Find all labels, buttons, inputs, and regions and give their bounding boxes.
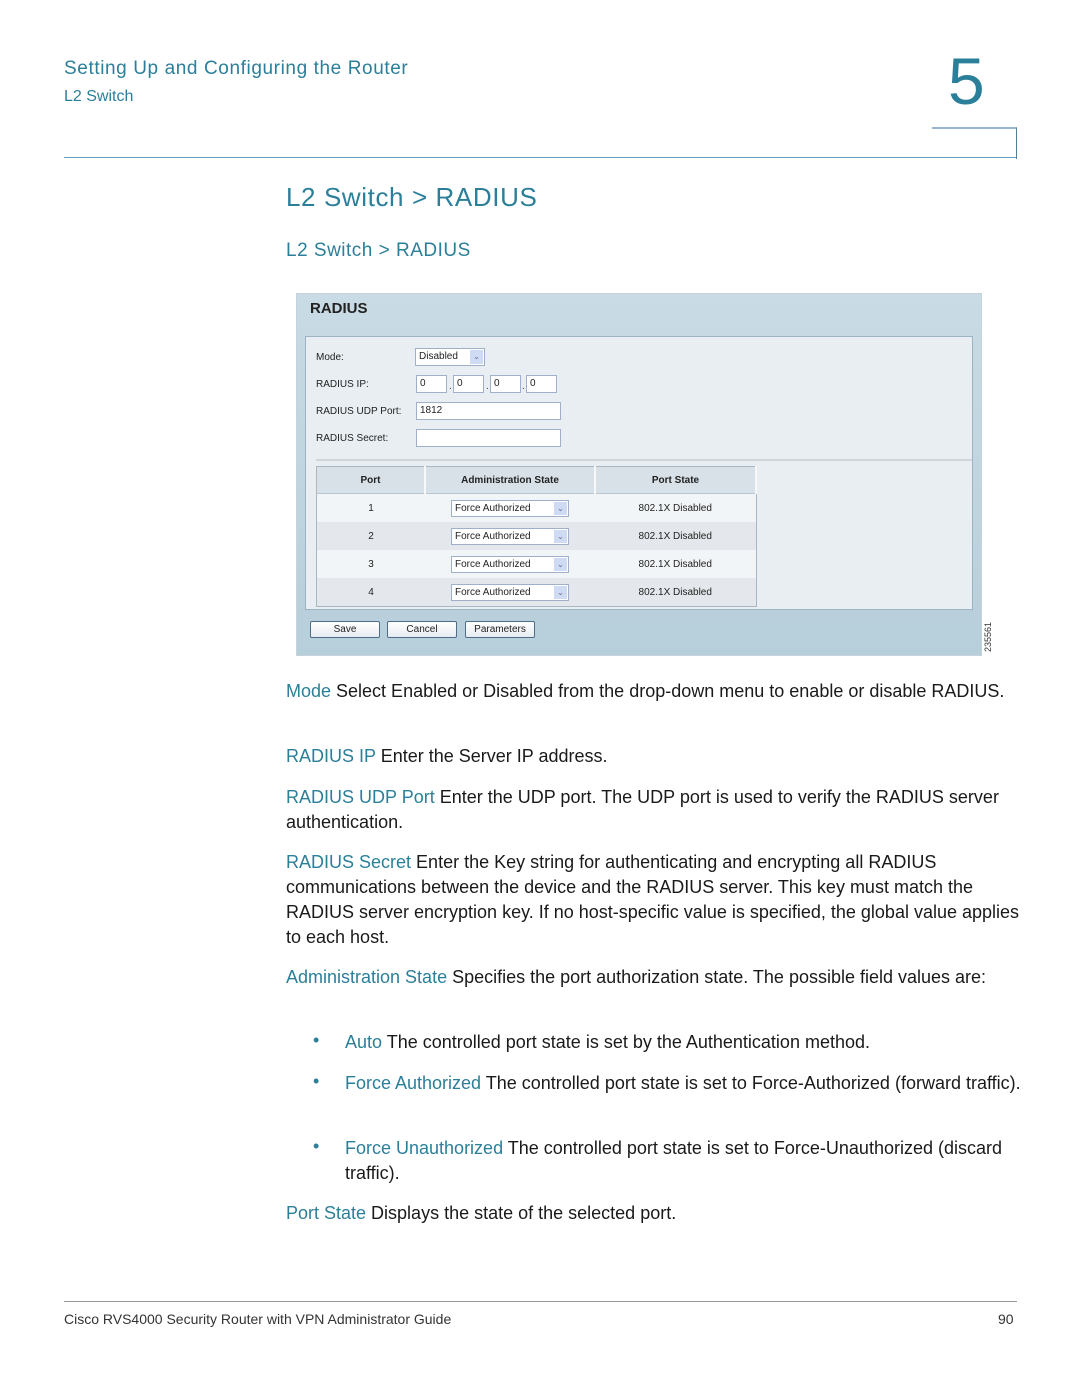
ip-dot: . [486,381,489,392]
table-row: 3 Force Authorized ⌄ 802.1X Disabled [317,550,757,578]
admin-state-value: Force Authorized [455,558,531,570]
mode-value: Disabled [419,351,458,362]
ip-octet-4[interactable]: 0 [526,375,557,393]
ip-dot: . [449,381,452,392]
term: Force Authorized [345,1073,482,1093]
chapter-title: Setting Up and Configuring the Router [64,58,409,79]
ip-octet-1[interactable]: 0 [416,375,447,393]
chevron-down-icon: ⌄ [554,557,567,571]
port-number: 1 [368,502,374,514]
chevron-down-icon: ⌄ [554,529,567,543]
definition: Specifies the port authorization state. … [447,967,987,987]
port-number: 4 [316,578,425,607]
term: RADIUS UDP Port [286,787,435,807]
definition: Enter the Server IP address. [375,746,608,766]
bullet-force-authorized: Force Authorized The controlled port sta… [345,1071,1025,1096]
port-state: 802.1X Disabled [638,502,712,514]
admin-state-select[interactable]: Force Authorized ⌄ [451,583,569,601]
definition: Displays the state of the selected port. [366,1203,677,1223]
term: RADIUS IP [286,746,376,766]
bullet-auto: Auto The controlled port state is set by… [345,1030,1025,1055]
secret-label: RADIUS Secret: [316,433,389,444]
bullet-icon: • [313,1030,320,1050]
page-number: 90 [998,1311,1014,1327]
description-radius-secret: RADIUS Secret Enter the Key string for a… [286,850,1021,950]
port-number: 2 [316,522,425,550]
port-table: Port Administration State Port State 1 F… [316,466,757,607]
save-button[interactable]: Save [310,621,380,638]
col-header-port-state: Port State [595,466,757,494]
term: Port State [286,1203,367,1223]
radius-ip-label: RADIUS IP: [316,379,369,390]
description-mode: Mode Select Enabled or Disabled from the… [286,679,1021,704]
admin-state-value: Force Authorized [455,502,531,514]
admin-state-select[interactable]: Force Authorized ⌄ [451,527,569,545]
ip-dot: . [522,381,525,392]
port-number: 3 [368,558,374,570]
chevron-down-icon: ⌄ [470,350,483,364]
bullet-icon: • [313,1071,320,1091]
section-name: L2 Switch [64,88,134,105]
description-radius-ip: RADIUS IP Enter the Server IP address. [286,744,1021,769]
term: Administration State [286,967,448,987]
description-port-state: Port State Displays the state of the sel… [286,1201,1021,1226]
mode-select[interactable]: Disabled ⌄ [415,348,485,366]
term: Force Unauthorized [345,1138,504,1158]
port-state: 802.1X Disabled [595,578,756,607]
footer-guide-title: Cisco RVS4000 Security Router with VPN A… [64,1311,452,1327]
col-header-port: Port [316,466,426,494]
term: RADIUS Secret [286,852,412,872]
parameters-button[interactable]: Parameters [465,621,535,638]
admin-state-select[interactable]: Force Authorized ⌄ [451,499,569,517]
admin-state-select[interactable]: Force Authorized ⌄ [451,555,569,573]
secret-input[interactable] [416,429,561,447]
term: Mode [286,681,332,701]
chevron-down-icon: ⌄ [554,585,567,599]
admin-state-value: Force Authorized [455,530,531,542]
description-udp-port: RADIUS UDP Port Enter the UDP port. The … [286,785,1021,835]
footer-rule [64,1301,1017,1302]
table-row: 4 Force Authorized ⌄ 802.1X Disabled [316,578,756,607]
chevron-down-icon: ⌄ [554,501,567,515]
bullet-force-unauthorized: Force Unauthorized The controlled port s… [345,1136,1025,1186]
cancel-button[interactable]: Cancel [387,621,457,638]
table-row: 1 Force Authorized ⌄ 802.1X Disabled [317,494,757,523]
ip-octet-3[interactable]: 0 [490,375,521,393]
udp-port-input[interactable]: 1812 [416,402,561,420]
figure-number: 235561 [983,621,993,652]
page-heading: L2 Switch > RADIUS [286,182,538,212]
definition: The controlled port state is set to Forc… [481,1073,1021,1093]
screenshot-title: RADIUS [310,300,368,317]
ip-octet-2[interactable]: 0 [453,375,484,393]
chapter-number: 5 [948,44,985,118]
bullet-icon: • [313,1136,320,1156]
mode-label: Mode: [316,352,344,363]
radius-screenshot: RADIUS Mode: Disabled ⌄ RADIUS IP: 0 . 0… [296,293,982,656]
header-rule [64,157,1017,158]
admin-state-value: Force Authorized [455,586,531,598]
chapter-number-box [932,127,1017,159]
definition: The controlled port state is set by the … [382,1032,870,1052]
description-admin-state: Administration State Specifies the port … [286,965,1021,990]
figure-caption: L2 Switch > RADIUS [286,240,471,261]
udp-port-label: RADIUS UDP Port: [316,406,402,417]
settings-panel: Mode: Disabled ⌄ RADIUS IP: 0 . 0 . 0 . … [305,336,973,610]
definition: Select Enabled or Disabled from the drop… [331,681,1005,701]
table-row: 2 Force Authorized ⌄ 802.1X Disabled [316,522,756,550]
panel-divider [316,459,972,461]
port-state: 802.1X Disabled [595,522,756,550]
term: Auto [345,1032,383,1052]
port-state: 802.1X Disabled [638,558,712,570]
col-header-admin-state: Administration State [425,466,596,494]
